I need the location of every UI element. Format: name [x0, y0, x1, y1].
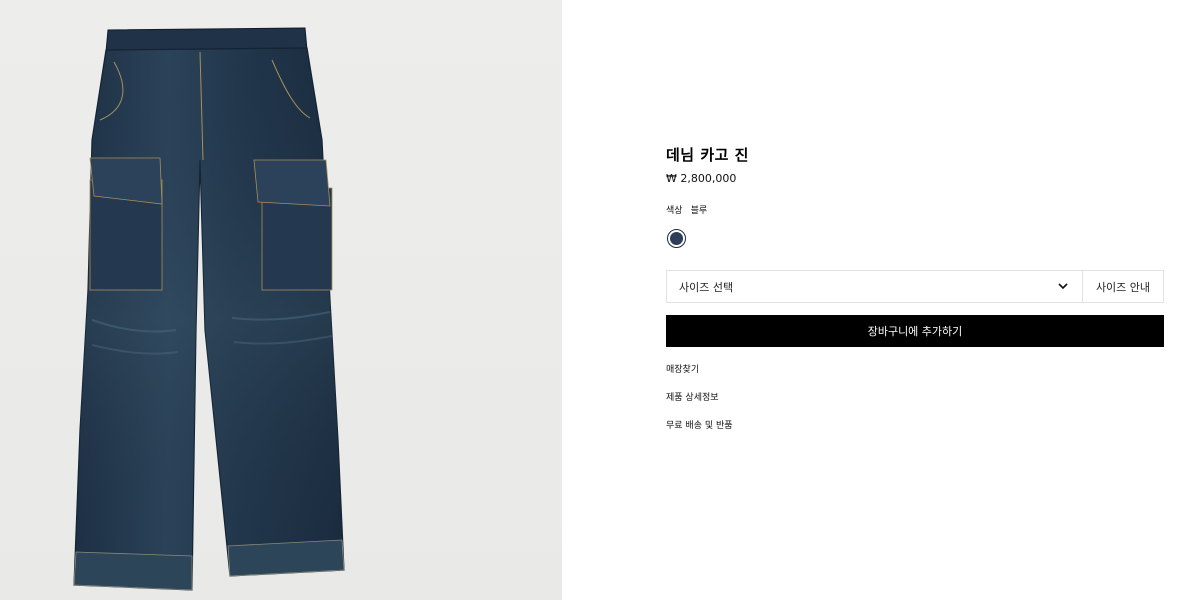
product-details-link[interactable]: 제품 상세정보 — [666, 390, 719, 403]
product-image-jeans — [73, 27, 345, 591]
size-row: 사이즈 선택 사이즈 안내 — [666, 270, 1164, 303]
color-label: 색상 — [666, 206, 683, 216]
product-price: ₩ 2,800,000 — [666, 172, 737, 185]
color-value: 블루 — [690, 206, 708, 216]
chevron-down-icon — [1058, 283, 1068, 290]
product-image-panel[interactable] — [0, 0, 562, 600]
color-info: 색상 블루 — [666, 203, 707, 216]
size-guide-button[interactable]: 사이즈 안내 — [1082, 271, 1163, 302]
size-guide-label: 사이즈 안내 — [1095, 280, 1151, 294]
product-title: 데님 카고 진 — [666, 146, 749, 164]
add-to-cart-button[interactable]: 장바구니에 추가하기 — [666, 315, 1164, 347]
store-finder-link[interactable]: 매장찾기 — [666, 362, 699, 375]
color-swatch-blue[interactable] — [667, 229, 686, 248]
shipping-returns-link[interactable]: 무료 배송 및 반품 — [666, 418, 733, 431]
swatch-dot — [670, 232, 683, 245]
size-select-label: 사이즈 선택 — [679, 280, 734, 294]
size-select-dropdown[interactable]: 사이즈 선택 — [667, 271, 1082, 302]
